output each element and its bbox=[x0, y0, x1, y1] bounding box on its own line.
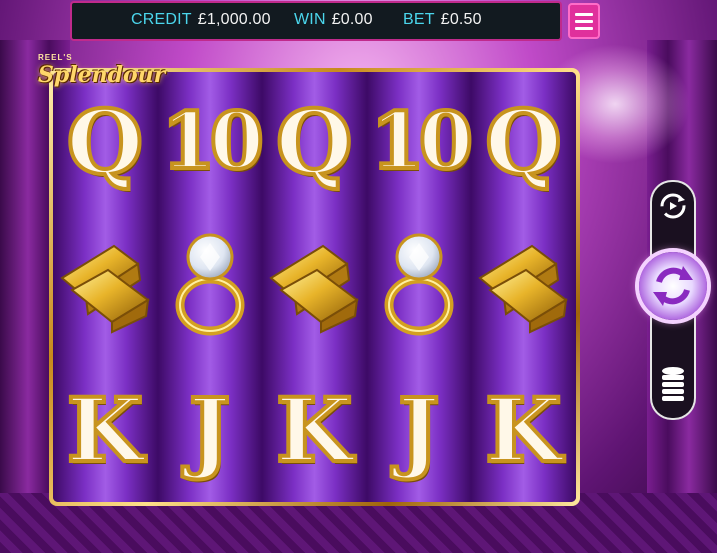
game-logo: Splendour bbox=[38, 62, 166, 88]
spin-button[interactable] bbox=[639, 252, 707, 320]
diamond-ring-icon bbox=[367, 220, 471, 352]
spin-icon bbox=[653, 266, 693, 306]
symbol-q: Q bbox=[483, 90, 564, 194]
credit-value: £1,000.00 bbox=[197, 11, 271, 28]
gold-bars-icon bbox=[53, 220, 157, 352]
autoplay-icon bbox=[660, 193, 686, 219]
bet-label: BET bbox=[403, 11, 435, 28]
symbol-j: J bbox=[396, 378, 442, 482]
reel-frame: Q 10 Q 10 Q K J K J K bbox=[49, 68, 580, 506]
symbol-k: K bbox=[483, 378, 564, 482]
coin-stack-icon bbox=[662, 367, 684, 401]
hamburger-icon bbox=[575, 13, 593, 16]
gold-bars-icon bbox=[262, 220, 366, 352]
status-bar: CREDIT £1,000.00 WIN £0.00 BET £0.50 bbox=[72, 3, 560, 39]
diamond-ring-icon bbox=[158, 220, 262, 352]
win-value: £0.00 bbox=[331, 11, 373, 28]
reel-area[interactable]: Q 10 Q 10 Q K J K J K bbox=[53, 72, 576, 502]
bet-display: BET £0.50 bbox=[403, 11, 482, 29]
symbol-10: 10 bbox=[159, 96, 266, 187]
bet-value: £0.50 bbox=[440, 11, 482, 28]
symbol-k: K bbox=[274, 378, 355, 482]
credit-label: CREDIT bbox=[131, 11, 192, 28]
autoplay-button[interactable] bbox=[659, 192, 687, 220]
symbol-q: Q bbox=[274, 90, 355, 194]
win-display: WIN £0.00 bbox=[294, 11, 373, 29]
symbol-q: Q bbox=[65, 90, 146, 194]
symbol-j: J bbox=[187, 378, 233, 482]
bet-button[interactable] bbox=[659, 365, 687, 405]
logo-tagline: REEL'S bbox=[38, 53, 73, 62]
symbol-10: 10 bbox=[369, 96, 476, 187]
credit-display: CREDIT £1,000.00 bbox=[131, 11, 271, 29]
win-label: WIN bbox=[294, 11, 326, 28]
menu-button[interactable] bbox=[568, 3, 600, 39]
symbol-k: K bbox=[65, 378, 146, 482]
gold-bars-icon bbox=[471, 220, 575, 352]
